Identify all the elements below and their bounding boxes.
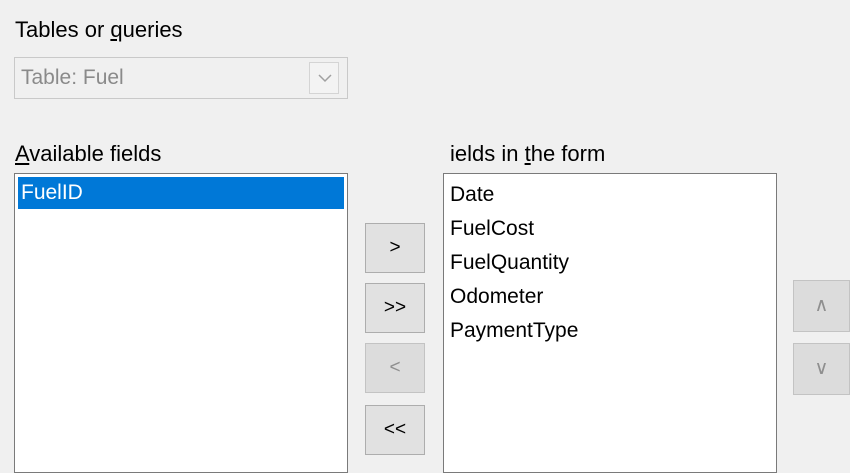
form-fields-listbox[interactable]: Date FuelCost FuelQuantity Odometer Paym…: [443, 173, 777, 473]
chevron-up-icon: ∧: [814, 295, 829, 316]
tables-or-queries-label: Tables or queries: [15, 17, 183, 43]
move-up-button[interactable]: ∧: [793, 280, 850, 332]
available-fields-label: Available fields: [15, 141, 161, 167]
available-label-mnemonic: A: [15, 141, 30, 166]
form-field-item-date[interactable]: Date: [447, 179, 773, 211]
remove-field-button-label: <: [389, 357, 401, 378]
add-all-fields-button[interactable]: >>: [365, 283, 425, 333]
table-select-combobox[interactable]: Table: Fuel: [14, 57, 348, 99]
tables-label-prefix: Tables or: [15, 17, 111, 42]
form-field-item-paymenttype[interactable]: PaymentType: [447, 315, 773, 347]
chevron-down-icon: ∨: [814, 358, 829, 379]
available-fields-listbox[interactable]: FuelID: [14, 173, 348, 473]
remove-all-fields-button-label: <<: [383, 419, 407, 440]
form-label-part-b: he form: [530, 141, 606, 166]
form-field-item-fuelcost[interactable]: FuelCost: [447, 213, 773, 245]
move-down-button[interactable]: ∨: [793, 343, 850, 395]
form-field-item-fuelquantity[interactable]: FuelQuantity: [447, 247, 773, 279]
table-select-value: Table: Fuel: [21, 66, 124, 89]
remove-field-button[interactable]: <: [365, 343, 425, 393]
available-label-rest: vailable fields: [29, 141, 162, 166]
add-field-button[interactable]: >: [365, 223, 425, 273]
table-select-dropdown-button[interactable]: [309, 62, 339, 94]
fields-in-form-label: ields in the form: [450, 141, 605, 167]
available-field-item[interactable]: FuelID: [18, 177, 344, 209]
tables-label-mnemonic: q: [110, 17, 123, 42]
add-all-fields-button-label: >>: [383, 297, 407, 318]
form-field-item-odometer[interactable]: Odometer: [447, 281, 773, 313]
chevron-down-icon: [318, 74, 332, 83]
form-label-part-a: ields in: [450, 141, 525, 166]
add-field-button-label: >: [389, 237, 401, 258]
remove-all-fields-button[interactable]: <<: [365, 405, 425, 455]
tables-label-suffix: ueries: [122, 17, 183, 42]
